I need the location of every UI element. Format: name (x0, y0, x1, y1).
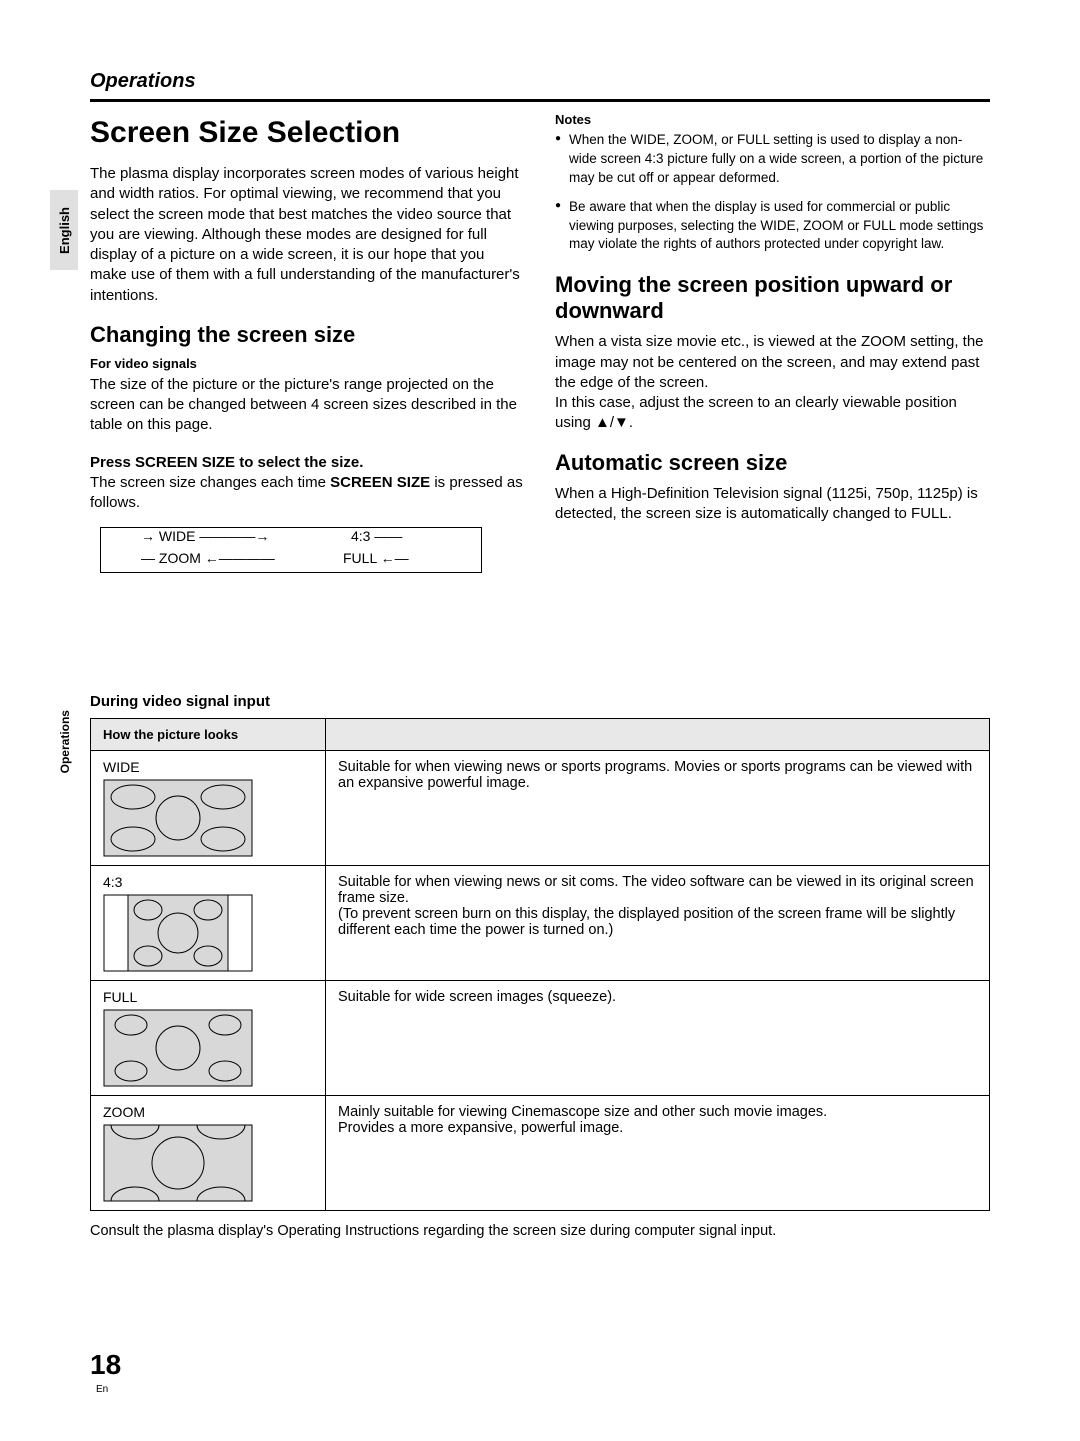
screen-mode-icon (103, 894, 313, 972)
cycle-43: 4:3 —— (351, 528, 402, 544)
section-header: Operations (90, 70, 990, 93)
moving-position-body: When a vista size movie etc., is viewed … (555, 332, 990, 433)
language-tab-label: English (57, 207, 72, 254)
mode-cell: WIDE (91, 751, 326, 866)
table-col-desc (326, 719, 990, 751)
mode-cell: 4:3 (91, 866, 326, 981)
screen-mode-icon (103, 779, 313, 857)
operations-side-label: Operations (58, 710, 72, 773)
press-instruction: Press SCREEN SIZE to select the size. (90, 454, 525, 471)
mode-cycle-diagram: → WIDE ————→ 4:3 —— — ZOOM ←———— FULL ←— (100, 527, 482, 573)
intro-paragraph: The plasma display incorporates screen m… (90, 164, 525, 306)
screen-mode-icon (103, 1009, 313, 1087)
page-title: Screen Size Selection (90, 116, 525, 150)
table-caption: During video signal input (90, 693, 990, 710)
mode-name: ZOOM (103, 1104, 313, 1120)
notes-heading: Notes (555, 112, 990, 127)
cycle-wide: → WIDE ————→ (141, 528, 269, 544)
mode-desc: Mainly suitable for viewing Cinemascope … (326, 1096, 990, 1211)
press-body-a: The screen size changes each time (90, 474, 330, 491)
mode-name: FULL (103, 989, 313, 1005)
cycle-full: FULL ←— (343, 550, 409, 566)
for-video-body: The size of the picture or the picture's… (90, 375, 525, 436)
page-lang: En (96, 1384, 108, 1395)
table-row: FULL Suitable for wide screen images (sq… (91, 981, 990, 1096)
table-footnote: Consult the plasma display's Operating I… (90, 1221, 990, 1241)
right-column: Notes When the WIDE, ZOOM, or FULL setti… (555, 112, 990, 573)
note-item: When the WIDE, ZOOM, or FULL setting is … (555, 131, 990, 188)
press-body: The screen size changes each time SCREEN… (90, 473, 525, 514)
page-number: 18 (90, 1349, 121, 1381)
header-rule (90, 99, 990, 102)
cycle-zoom: — ZOOM ←———— (141, 550, 275, 566)
press-body-b: SCREEN SIZE (330, 474, 430, 491)
mode-desc: Suitable for wide screen images (squeeze… (326, 981, 990, 1096)
notes-list: When the WIDE, ZOOM, or FULL setting is … (555, 131, 990, 254)
table-col-picture: How the picture looks (91, 719, 326, 751)
automatic-size-heading: Automatic screen size (555, 450, 990, 476)
table-row: 4:3 Suitable for when viewing news or si… (91, 866, 990, 981)
mode-desc: Suitable for when viewing news or sit co… (326, 866, 990, 981)
changing-size-heading: Changing the screen size (90, 322, 525, 348)
mode-desc: Suitable for when viewing news or sports… (326, 751, 990, 866)
table-row: ZOOM Mainly suitable for viewing Cinemas… (91, 1096, 990, 1211)
note-item: Be aware that when the display is used f… (555, 198, 990, 255)
moving-position-heading: Moving the screen position upward or dow… (555, 272, 990, 324)
language-tab: English (50, 190, 78, 270)
left-column: Screen Size Selection The plasma display… (90, 112, 525, 573)
modes-table: How the picture looks WIDE Suitable for … (90, 718, 990, 1211)
table-row: WIDE Suitable for when viewing news or s… (91, 751, 990, 866)
screen-mode-icon (103, 1124, 313, 1202)
automatic-size-body: When a High-Definition Television signal… (555, 484, 990, 525)
mode-name: 4:3 (103, 874, 313, 890)
mode-cell: ZOOM (91, 1096, 326, 1211)
mode-name: WIDE (103, 759, 313, 775)
for-video-label: For video signals (90, 356, 525, 371)
mode-cell: FULL (91, 981, 326, 1096)
